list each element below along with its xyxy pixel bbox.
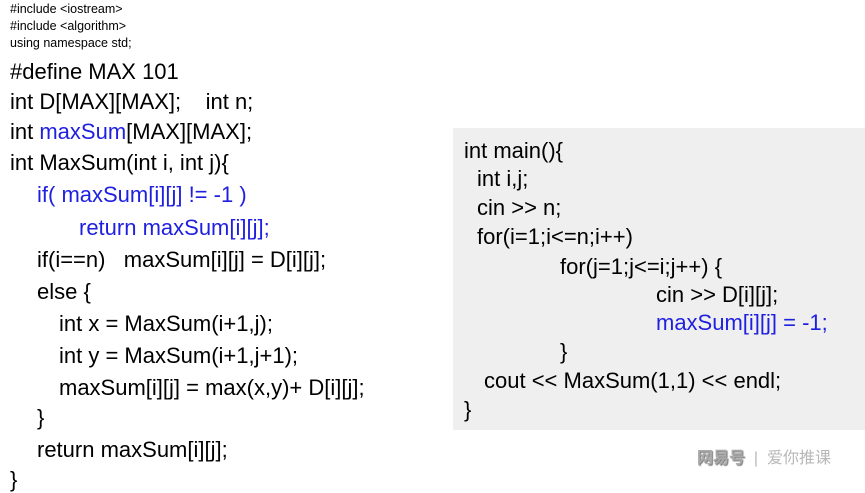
code-line: } (464, 397, 472, 422)
code-line: cin >> D[i][j]; (656, 282, 779, 307)
code-line: int x = MaxSum(i+1,j); (59, 311, 273, 336)
code-token: [MAX][MAX]; (126, 119, 253, 144)
code-line: for(i=1;i<=n;i++) (477, 224, 633, 249)
watermark-separator: | (753, 450, 759, 467)
code-line: for(j=1;j<=i;j++) { (560, 254, 723, 279)
code-line: int MaxSum(int i, int j){ (10, 150, 229, 175)
code-line: int i,j; (477, 166, 529, 191)
code-line-highlight: return maxSum[i][j]; (79, 215, 270, 240)
code-token: int (10, 119, 40, 144)
code-line: cout << MaxSum(1,1) << endl; (484, 368, 782, 393)
code-line: using namespace std; (10, 36, 132, 50)
code-line: int maxSum[MAX][MAX]; (10, 119, 252, 145)
code-line: #define MAX 101 (10, 59, 179, 84)
code-line: int D[MAX][MAX]; int n; (10, 89, 254, 114)
code-token-highlight: maxSum (39, 119, 127, 144)
code-line: } (10, 467, 18, 492)
code-line: #include <iostream> (10, 2, 123, 16)
code-line: } (37, 405, 45, 430)
code-line-highlight: if( maxSum[i][j] != -1 ) (37, 182, 247, 207)
code-line: if(i==n) maxSum[i][j] = D[i][j]; (37, 247, 327, 272)
code-line: cin >> n; (477, 195, 562, 220)
code-line: int main(){ (464, 138, 564, 163)
code-line: int y = MaxSum(i+1,j+1); (59, 343, 299, 368)
watermark: 网易号 | 爱你推课 (697, 444, 831, 468)
code-line: #include <algorithm> (10, 19, 127, 33)
code-line: return maxSum[i][j]; (37, 437, 228, 462)
code-line-highlight: maxSum[i][j] = -1; (656, 310, 828, 335)
watermark-brand: 网易号 (697, 450, 746, 467)
code-line: } (560, 339, 568, 364)
watermark-author: 爱你推课 (766, 450, 831, 467)
code-line: maxSum[i][j] = max(x,y)+ D[i][j]; (59, 375, 365, 400)
code-line: else { (37, 279, 91, 304)
